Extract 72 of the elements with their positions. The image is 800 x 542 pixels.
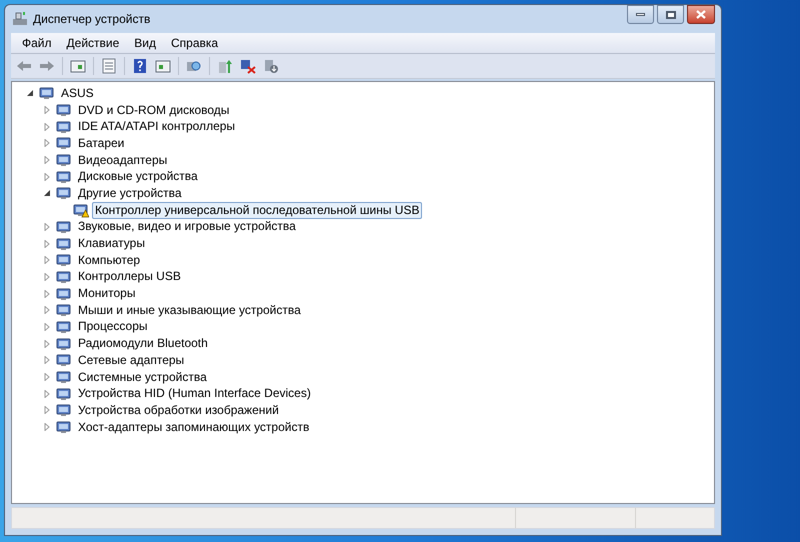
device-icon — [56, 185, 72, 202]
tree-item[interactable]: Компьютер — [75, 252, 144, 269]
window-title: Диспетчер устройств — [33, 11, 150, 28]
collapsed-arrow-icon[interactable] — [43, 322, 51, 331]
minimize-button[interactable] — [627, 5, 654, 24]
tree-item[interactable]: Устройства обработки изображений — [75, 402, 282, 419]
tree-item[interactable]: Мониторы — [75, 285, 138, 302]
tree-item[interactable]: Клавиатуры — [75, 235, 148, 252]
menu-item[interactable]: Справка — [164, 34, 226, 52]
tree-item[interactable]: ASUS — [58, 84, 97, 102]
collapsed-arrow-icon[interactable] — [43, 172, 51, 181]
collapsed-arrow-icon[interactable] — [43, 240, 51, 248]
tree-item[interactable]: Контроллеры USB — [75, 268, 184, 286]
menu-item[interactable]: Файл — [15, 34, 59, 52]
computer-icon — [12, 11, 28, 27]
device-icon — [56, 386, 72, 402]
device-icon — [56, 419, 72, 436]
collapsed-arrow-icon[interactable] — [43, 122, 51, 131]
collapsed-arrow-icon[interactable] — [43, 406, 51, 414]
collapsed-arrow-icon[interactable] — [43, 139, 51, 148]
collapsed-arrow-icon[interactable] — [43, 156, 51, 164]
tree-item[interactable]: Дисковые устройства — [75, 168, 201, 186]
device-icon — [56, 268, 72, 285]
tree-item[interactable]: Батареи — [75, 134, 128, 152]
menu-item[interactable]: Вид — [127, 34, 163, 52]
device-icon — [56, 336, 72, 352]
device-icon — [56, 118, 72, 135]
collapsed-arrow-icon[interactable] — [43, 272, 51, 281]
collapsed-arrow-icon[interactable] — [43, 340, 51, 348]
device-icon — [56, 168, 72, 185]
collapsed-arrow-icon[interactable] — [43, 390, 51, 398]
tree-item[interactable]: Устройства HID (Human Interface Devices) — [75, 385, 314, 402]
tree-item[interactable]: Радиомодули Bluetooth — [75, 335, 211, 352]
tree-item[interactable]: IDE ATA/ATAPI контроллеры — [75, 118, 238, 136]
tree-item[interactable]: Сетевые адаптеры — [75, 352, 188, 369]
tree-item[interactable]: Звуковые, видео и игровые устройства — [75, 218, 299, 236]
maximize-button[interactable] — [657, 5, 684, 24]
collapsed-arrow-icon[interactable] — [43, 423, 51, 432]
close-button[interactable] — [687, 5, 715, 24]
expanded-arrow-icon[interactable] — [26, 89, 34, 98]
device-icon — [56, 352, 72, 368]
tree-item[interactable]: Видеоадаптеры — [75, 152, 170, 169]
collapsed-arrow-icon[interactable] — [43, 306, 51, 314]
device-icon — [56, 236, 72, 252]
tree-item[interactable]: Другие устройства — [75, 184, 185, 202]
device-icon — [56, 402, 72, 418]
tree-item[interactable]: Хост-адаптеры запоминающих устройств — [75, 418, 312, 436]
menu-item[interactable]: Действие — [60, 34, 126, 52]
warning-device-icon — [73, 202, 89, 218]
device-icon — [56, 252, 72, 268]
tree-item[interactable]: Контроллер универсальной последовательной шины USB — [92, 202, 422, 219]
device-icon — [56, 135, 72, 152]
tree-item[interactable]: DVD и CD-ROM дисководы — [75, 102, 232, 119]
collapsed-arrow-icon[interactable] — [43, 356, 51, 364]
device-icon — [56, 369, 72, 386]
tree-item[interactable]: Процессоры — [75, 318, 150, 336]
device-icon — [56, 302, 72, 318]
collapsed-arrow-icon[interactable] — [43, 106, 51, 114]
collapsed-arrow-icon[interactable] — [43, 222, 51, 231]
collapsed-arrow-icon[interactable] — [43, 256, 51, 264]
device-icon — [56, 318, 72, 335]
device-icon — [56, 102, 72, 118]
device-icon — [56, 152, 72, 168]
device-icon — [39, 85, 55, 102]
device-icon — [56, 218, 72, 235]
expanded-arrow-icon[interactable] — [43, 189, 51, 198]
close-icon — [696, 10, 706, 19]
collapsed-arrow-icon[interactable] — [43, 373, 51, 382]
tree-item[interactable]: Мыши и иные указывающие устройства — [75, 302, 304, 319]
device-icon — [56, 286, 72, 302]
collapsed-arrow-icon[interactable] — [43, 290, 51, 298]
tree-item[interactable]: Системные устройства — [75, 368, 210, 386]
